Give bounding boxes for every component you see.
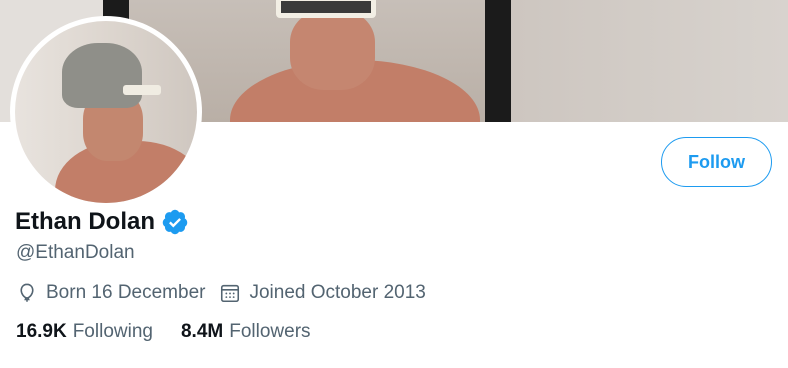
joined-item: Joined October 2013	[219, 282, 426, 304]
profile-avatar[interactable]	[10, 16, 202, 208]
verified-badge-icon	[162, 209, 188, 235]
profile-name-row: Ethan Dolan	[15, 208, 189, 236]
followers-count: 8.4M	[180, 321, 224, 342]
follow-button[interactable]: Follow	[661, 137, 772, 187]
following-count: 16.9K	[16, 321, 67, 342]
following-link[interactable]: 16.9K Following	[16, 321, 153, 343]
birthday-text: Born 16 December	[46, 282, 206, 303]
birthday-item: Born 16 December	[16, 282, 205, 304]
followers-label: Followers	[229, 321, 311, 342]
profile-meta: Born 16 December Joined October 2013	[16, 282, 440, 304]
profile-stats: 16.9K Following 8.4M Followers	[16, 321, 339, 343]
followers-link[interactable]: 8.4M Followers	[181, 321, 311, 343]
joined-text: Joined October 2013	[249, 282, 426, 303]
profile-handle: @EthanDolan	[16, 242, 135, 263]
following-label: Following	[72, 321, 153, 342]
balloon-icon	[20, 283, 34, 302]
calendar-icon	[221, 284, 240, 303]
display-name: Ethan Dolan	[15, 208, 156, 235]
